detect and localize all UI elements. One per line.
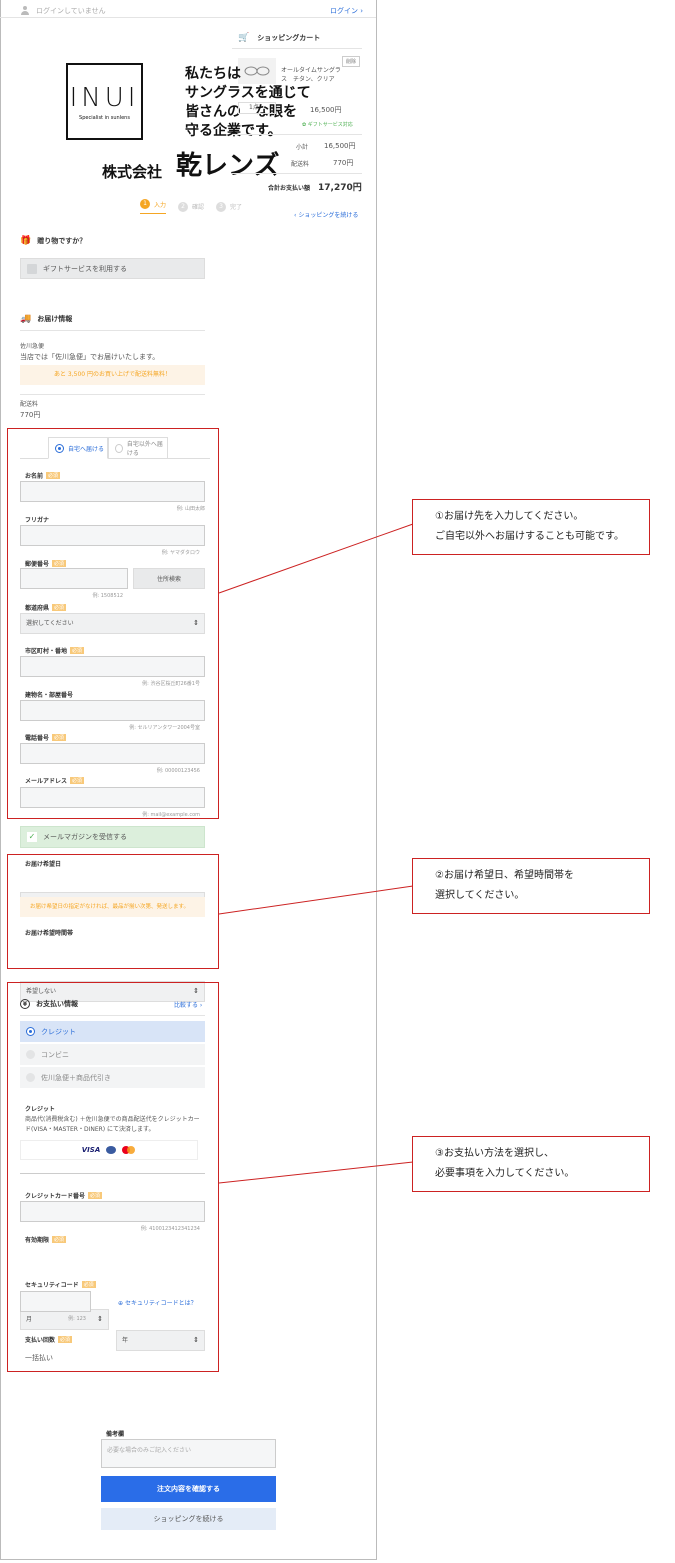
callout-lines [218, 523, 414, 1184]
callout-text: ①お届け先を入力してください。 [435, 511, 584, 522]
callout-text: ご自宅以外へお届けすることも可能です。 [435, 531, 624, 542]
callout-line-1 [218, 523, 414, 594]
callout-text: ②お届け希望日、希望時間帯を [435, 870, 574, 881]
callout-payment: ③お支払い方法を選択し、 必要事項を入力してください。 [412, 1136, 650, 1192]
callout-delivery-time: ②お届け希望日、希望時間帯を 選択してください。 [412, 858, 650, 914]
callout-text: 必要事項を入力してください。 [435, 1168, 575, 1179]
callout-line-2 [218, 885, 414, 915]
callout-line-3 [218, 1161, 414, 1184]
callout-text: 選択してください。 [435, 890, 525, 901]
callout-address: ①お届け先を入力してください。 ご自宅以外へお届けすることも可能です。 [412, 499, 650, 555]
callout-text: ③お支払い方法を選択し、 [435, 1148, 554, 1159]
